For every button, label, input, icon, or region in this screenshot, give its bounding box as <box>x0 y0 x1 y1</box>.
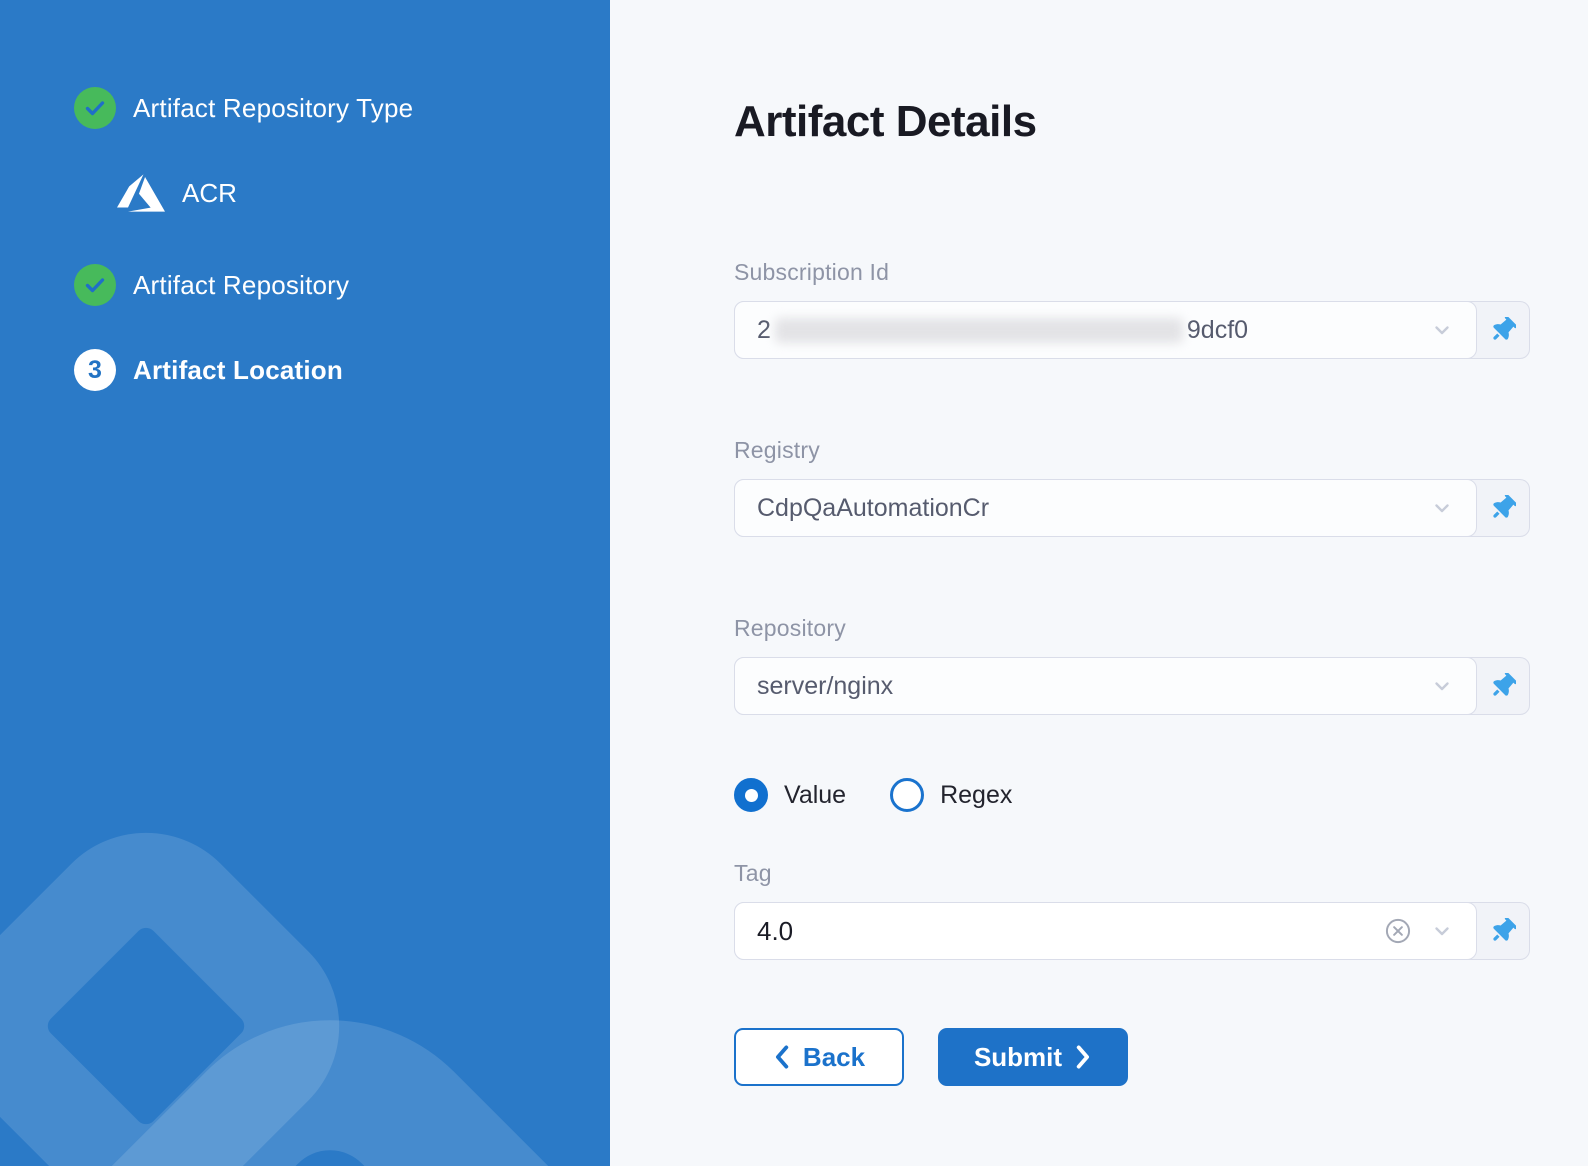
artifact-wizard-window: Artifact Repository Type ACR Artifact Re… <box>0 0 1588 1166</box>
circle-x-icon <box>1384 917 1412 945</box>
submit-button[interactable]: Submit <box>938 1028 1128 1086</box>
page-title: Artifact Details <box>734 97 1530 147</box>
subscription-id-value-prefix: 2 <box>757 316 771 345</box>
registry-value-area[interactable]: CdpQaAutomationCr <box>734 479 1477 537</box>
radio-dot <box>890 778 924 812</box>
pushpin-icon <box>1490 495 1516 521</box>
step-label: Artifact Repository <box>133 270 349 301</box>
back-button-label: Back <box>803 1042 865 1073</box>
chevron-down-icon <box>1430 919 1454 943</box>
radio-option-regex[interactable]: Regex <box>890 778 1012 812</box>
subscription-id-label: Subscription Id <box>734 259 1530 286</box>
repository-value-area[interactable]: server/nginx <box>734 657 1477 715</box>
redacted-subscription-value <box>775 318 1183 343</box>
registry-field-group: Registry CdpQaAutomationCr <box>734 437 1530 537</box>
registry-dropdown-toggle[interactable] <box>1430 496 1454 520</box>
step-label: Artifact Repository Type <box>133 93 413 124</box>
harness-logo-watermark <box>0 736 610 1166</box>
subscription-id-field-group: Subscription Id 2 9dcf0 <box>734 259 1530 359</box>
registry-value: CdpQaAutomationCr <box>757 494 989 523</box>
tag-match-type-radios: Value Regex <box>734 778 1530 812</box>
repository-pin-button[interactable] <box>1477 658 1529 714</box>
tag-value-area[interactable] <box>734 902 1477 960</box>
radio-label: Value <box>784 781 846 810</box>
subscription-id-select[interactable]: 2 9dcf0 <box>734 301 1530 359</box>
tag-input[interactable] <box>757 916 1384 947</box>
sidebar-step-artifact-repository-type[interactable]: Artifact Repository Type <box>74 87 610 129</box>
step-complete-badge <box>74 87 116 129</box>
subscription-id-value-area[interactable]: 2 9dcf0 <box>734 301 1477 359</box>
pushpin-icon <box>1490 317 1516 343</box>
tag-pin-button[interactable] <box>1477 903 1529 959</box>
radio-option-value[interactable]: Value <box>734 778 846 812</box>
chevron-down-icon <box>1430 674 1454 698</box>
sidebar-step-artifact-location[interactable]: 3 Artifact Location <box>74 349 610 391</box>
tag-clear-button[interactable] <box>1384 917 1412 945</box>
tag-dropdown-toggle[interactable] <box>1430 919 1454 943</box>
sidebar-step-artifact-repository[interactable]: Artifact Repository <box>74 264 610 306</box>
tag-field-group: Tag <box>734 860 1530 960</box>
repository-field-group: Repository server/nginx <box>734 615 1530 715</box>
registry-pin-button[interactable] <box>1477 480 1529 536</box>
pushpin-icon <box>1490 673 1516 699</box>
artifact-details-panel: Artifact Details Subscription Id 2 9dcf0 <box>610 0 1588 1166</box>
chevron-down-icon <box>1430 318 1454 342</box>
artifact-details-form: Subscription Id 2 9dcf0 <box>734 259 1530 1086</box>
step-complete-badge <box>74 264 116 306</box>
repository-value: server/nginx <box>757 672 893 701</box>
azure-icon <box>114 169 168 217</box>
step-label: Artifact Location <box>133 355 343 386</box>
pushpin-icon <box>1490 918 1516 944</box>
chevron-down-icon <box>1430 496 1454 520</box>
selected-artifact-type: ACR <box>114 169 610 217</box>
check-icon <box>83 96 107 120</box>
chevron-left-icon <box>773 1045 790 1069</box>
repository-dropdown-toggle[interactable] <box>1430 674 1454 698</box>
repository-label: Repository <box>734 615 1530 642</box>
step-number-badge: 3 <box>74 349 116 391</box>
repository-select[interactable]: server/nginx <box>734 657 1530 715</box>
radio-dot <box>734 778 768 812</box>
wizard-actions: Back Submit <box>734 1028 1530 1086</box>
submit-button-label: Submit <box>974 1042 1062 1073</box>
registry-label: Registry <box>734 437 1530 464</box>
chevron-right-icon <box>1075 1045 1092 1069</box>
subscription-pin-button[interactable] <box>1477 302 1529 358</box>
registry-select[interactable]: CdpQaAutomationCr <box>734 479 1530 537</box>
check-icon <box>83 273 107 297</box>
back-button[interactable]: Back <box>734 1028 904 1086</box>
radio-label: Regex <box>940 781 1012 810</box>
wizard-sidebar: Artifact Repository Type ACR Artifact Re… <box>0 0 610 1166</box>
subscription-id-value-suffix: 9dcf0 <box>1187 316 1248 345</box>
selected-artifact-type-label: ACR <box>182 178 237 209</box>
subscription-dropdown-toggle[interactable] <box>1430 318 1454 342</box>
tag-label: Tag <box>734 860 1530 887</box>
tag-select[interactable] <box>734 902 1530 960</box>
